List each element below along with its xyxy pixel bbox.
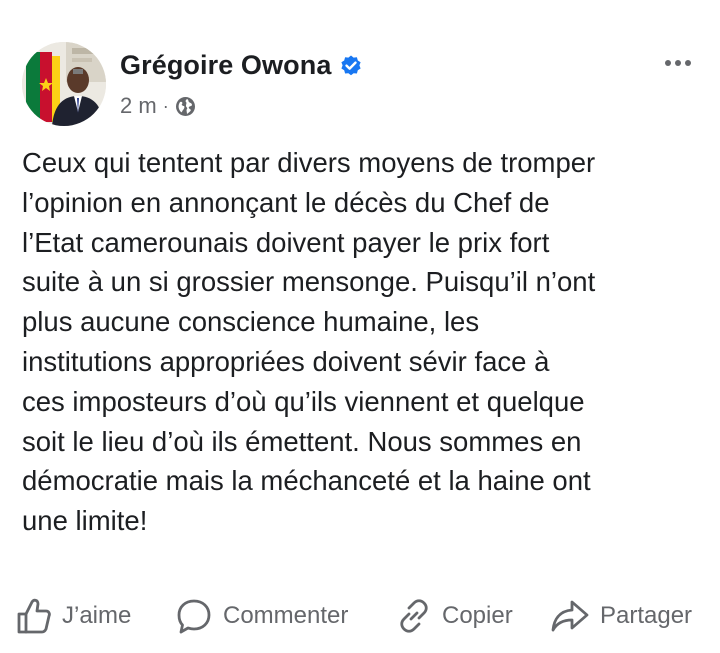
share-arrow-icon: [551, 600, 589, 632]
like-button[interactable]: J’aime: [16, 593, 131, 639]
comment-bubble-icon: [177, 599, 211, 634]
thumbs-up-icon: [17, 598, 51, 634]
copy-label: Copier: [442, 602, 513, 629]
post-meta: 2 m ·: [120, 93, 196, 119]
profile-photo: [22, 42, 106, 126]
more-dot: [685, 60, 691, 66]
post-text: Ceux qui tentent par divers moyens de tr…: [22, 147, 596, 537]
verified-badge-icon: [339, 54, 363, 78]
more-dot: [665, 60, 671, 66]
share-button[interactable]: Partager: [550, 593, 692, 639]
globe-icon[interactable]: [175, 96, 196, 117]
copy-button[interactable]: Copier: [396, 593, 513, 639]
link-icon: [400, 599, 428, 633]
share-label: Partager: [600, 602, 693, 629]
author-avatar[interactable]: [22, 42, 106, 126]
author-row: Grégoire Owona: [120, 50, 363, 81]
comment-label: Commenter: [223, 602, 349, 629]
post-card: Grégoire Owona 2 m · Ceux qui tentent pa…: [0, 0, 720, 653]
post-actions-bar: J’aime Commenter Copier Partager: [0, 593, 720, 639]
comment-button[interactable]: Commenter: [175, 593, 348, 639]
more-dot: [675, 60, 681, 66]
like-label: J’aime: [62, 602, 132, 629]
post-time[interactable]: 2 m: [120, 93, 157, 119]
meta-separator: ·: [162, 95, 169, 116]
author-name[interactable]: Grégoire Owona: [120, 50, 331, 81]
more-options-button[interactable]: [658, 50, 698, 76]
